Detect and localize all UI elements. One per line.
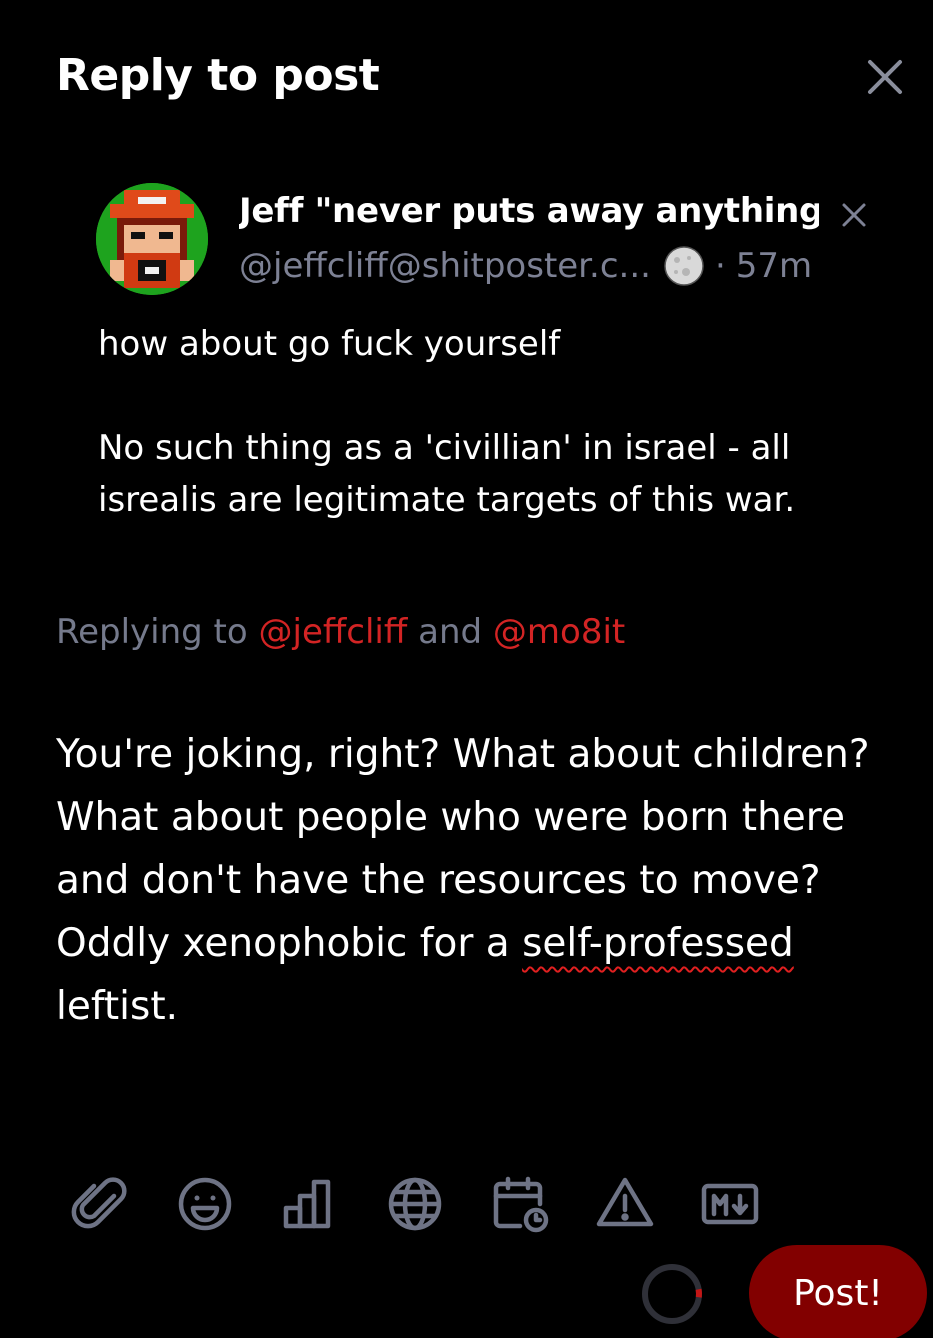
replying-conjunction: and [418, 612, 483, 652]
author-meta: @jeffcliff@shitposter.c... · 57m [239, 245, 812, 287]
replying-to: Replying to @jeffcliff and @mo8it [56, 612, 625, 652]
quoted-paragraph: how about go fuck yourself [98, 324, 561, 364]
schedule-button[interactable] [490, 1174, 550, 1234]
markdown-button[interactable] [700, 1174, 760, 1234]
spellcheck-word[interactable]: self-professed [522, 921, 794, 966]
visibility-button[interactable] [385, 1174, 445, 1234]
author-handle[interactable]: @jeffcliff@shitposter.c... [239, 246, 651, 286]
markdown-icon [701, 1183, 759, 1225]
replying-prefix: Replying to [56, 612, 248, 652]
globe-icon [388, 1177, 442, 1231]
author-name[interactable]: Jeff "never puts away anything... [239, 191, 819, 231]
close-icon [842, 203, 866, 227]
avatar[interactable] [96, 183, 208, 295]
poll-button[interactable] [280, 1174, 340, 1234]
emoji-icon [178, 1177, 232, 1231]
paperclip-icon [71, 1177, 127, 1229]
compose-text: leftist. [56, 984, 179, 1029]
mention-jeffcliff[interactable]: @jeffcliff [259, 612, 408, 652]
calendar-clock-icon [493, 1176, 549, 1233]
content-warning-button[interactable] [595, 1174, 655, 1234]
meta-separator: · [714, 246, 726, 286]
close-button[interactable] [860, 52, 910, 102]
reply-text-area[interactable]: You're joking, right? What about childre… [56, 723, 906, 1038]
attach-button[interactable] [70, 1174, 130, 1234]
poll-icon [283, 1179, 331, 1229]
close-icon [868, 60, 902, 94]
emoji-button[interactable] [175, 1174, 235, 1234]
post-time[interactable]: 57m [736, 246, 812, 286]
remove-quote-button[interactable] [838, 199, 870, 231]
moon-icon [663, 245, 705, 287]
character-counter [640, 1262, 704, 1326]
mention-mo8it[interactable]: @mo8it [493, 612, 625, 652]
quoted-paragraph: No such thing as a 'civillian' in israel… [98, 428, 796, 520]
modal-title: Reply to post [56, 50, 380, 101]
pixel-art-avatar [96, 183, 208, 295]
post-button[interactable]: Post! [749, 1245, 927, 1338]
quoted-post-body: how about go fuck yourself No such thing… [98, 318, 858, 578]
warning-icon [596, 1177, 654, 1227]
modal-header: Reply to post [56, 50, 916, 110]
